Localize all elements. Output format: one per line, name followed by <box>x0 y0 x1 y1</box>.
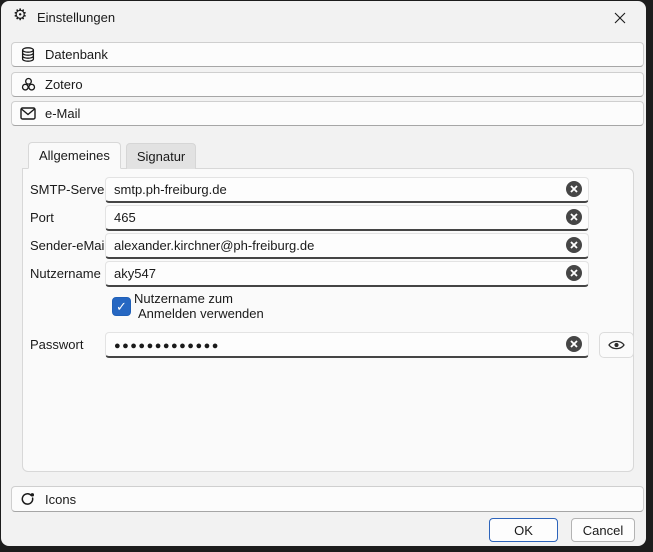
username-row: Nutzername <box>23 261 633 287</box>
password-input[interactable] <box>105 332 589 358</box>
login-checkbox-label: Nutzername zum Anmelden verwenden <box>134 291 264 321</box>
port-label: Port <box>30 205 54 231</box>
port-row: Port <box>23 205 633 231</box>
section-header-icons[interactable]: Icons <box>11 486 644 512</box>
ok-button[interactable]: OK <box>489 518 558 542</box>
username-label: Nutzername <box>30 261 101 287</box>
titlebar: ⚙ Einstellungen <box>1 1 646 33</box>
eye-icon <box>608 339 625 351</box>
clear-icon[interactable] <box>566 336 582 352</box>
section-header-email[interactable]: e-Mail <box>11 101 644 126</box>
section-header-zotero[interactable]: Zotero <box>11 72 644 97</box>
port-input[interactable] <box>105 205 589 231</box>
gear-icon: ⚙ <box>13 7 27 25</box>
reveal-password-button[interactable] <box>599 332 634 358</box>
sender-email-label: Sender-eMail <box>30 233 107 259</box>
smtp-server-row: SMTP-Server <box>23 177 633 203</box>
clear-icon[interactable] <box>566 265 582 281</box>
login-checkbox[interactable]: ✓ <box>112 297 131 316</box>
smtp-server-label: SMTP-Server <box>30 177 109 203</box>
close-icon <box>614 12 626 24</box>
section-label-datenbank: Datenbank <box>45 47 108 62</box>
close-button[interactable] <box>606 6 634 30</box>
cancel-button[interactable]: Cancel <box>571 518 635 542</box>
database-icon <box>20 47 36 63</box>
password-row: Passwort <box>23 332 633 358</box>
sync-icon <box>20 491 36 507</box>
password-label: Passwort <box>30 332 83 358</box>
mail-icon <box>20 106 36 122</box>
section-label-zotero: Zotero <box>45 77 83 92</box>
login-checkbox-row: ✓ Nutzername zum Anmelden verwenden <box>23 291 633 325</box>
zotero-icon <box>20 77 36 93</box>
section-label-icons: Icons <box>45 492 76 507</box>
clear-icon[interactable] <box>566 181 582 197</box>
section-header-datenbank[interactable]: Datenbank <box>11 42 644 67</box>
settings-dialog: ⚙ Einstellungen Datenbank <box>1 1 646 546</box>
clear-icon[interactable] <box>566 237 582 253</box>
dialog-title: Einstellungen <box>37 10 115 25</box>
tab-allgemeines[interactable]: Allgemeines <box>28 142 121 169</box>
check-icon: ✓ <box>116 300 127 313</box>
tab-signatur[interactable]: Signatur <box>126 143 196 169</box>
username-input[interactable] <box>105 261 589 287</box>
smtp-server-input[interactable] <box>105 177 589 203</box>
email-general-pane: SMTP-Server Port Sender-eMail <box>22 168 634 472</box>
section-label-email: e-Mail <box>45 106 80 121</box>
sender-email-row: Sender-eMail <box>23 233 633 259</box>
clear-icon[interactable] <box>566 209 582 225</box>
sender-email-input[interactable] <box>105 233 589 259</box>
email-tabs: Allgemeines Signatur <box>28 142 196 169</box>
